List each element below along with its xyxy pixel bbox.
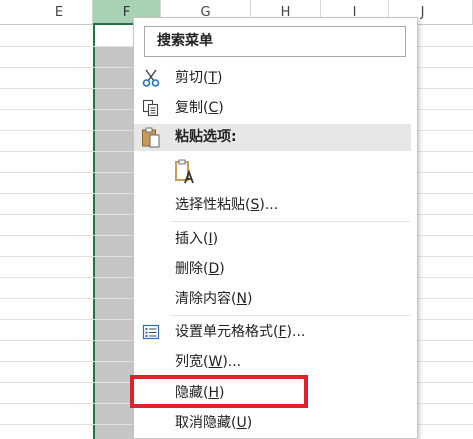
menu-separator (170, 315, 411, 316)
paste-text-only-icon (174, 159, 196, 185)
menu-item-insert[interactable]: 插入(I) (134, 224, 417, 254)
paste-icon (141, 127, 161, 148)
menu-item-column-width[interactable]: 列宽(W)... (134, 347, 417, 377)
paste-options-label: 粘贴选项: (175, 129, 237, 145)
column-letter-J: J (420, 5, 425, 20)
menu-item-label: 选择性粘贴(S)... (175, 197, 279, 213)
menu-item-label: 删除(D) (175, 261, 225, 277)
menu-item-paste-special[interactable]: 选择性粘贴(S)... (134, 190, 417, 220)
menu-item-label: 设置单元格格式(F)... (175, 324, 306, 340)
menu-item-format-cells[interactable]: 设置单元格格式(F)... (134, 317, 417, 347)
menu-separator (170, 221, 411, 222)
menu-item-copy[interactable]: 复制(C) (134, 93, 417, 123)
menu-item-unhide[interactable]: 取消隐藏(U) (134, 408, 417, 438)
paste-text-only-option[interactable] (134, 155, 417, 189)
menu-item-label: 取消隐藏(U) (175, 415, 253, 431)
menu-item-cut[interactable]: 剪切(T) (134, 63, 417, 93)
column-letter-F: F (122, 5, 131, 20)
menu-item-delete[interactable]: 删除(D) (134, 254, 417, 284)
menu-item-label: 复制(C) (175, 100, 224, 116)
search-menu-placeholder: 搜索菜单 (157, 33, 213, 49)
menu-item-clear-contents[interactable]: 清除内容(N) (134, 284, 417, 314)
hide-highlight-box (130, 375, 308, 408)
format-cells-icon (142, 323, 160, 341)
column-letter-E: E (54, 5, 64, 20)
scissors-icon (142, 69, 160, 87)
menu-item-label: 列宽(W)... (175, 354, 242, 370)
paste-options-header: 粘贴选项: (134, 124, 411, 151)
menu-item-label: 插入(I) (175, 231, 219, 247)
search-menu-input[interactable]: 搜索菜单 (144, 26, 406, 57)
menu-item-label: 剪切(T) (175, 70, 223, 86)
copy-icon (142, 99, 160, 117)
column-header-E[interactable]: E (0, 0, 93, 25)
menu-item-label: 清除内容(N) (175, 291, 253, 307)
